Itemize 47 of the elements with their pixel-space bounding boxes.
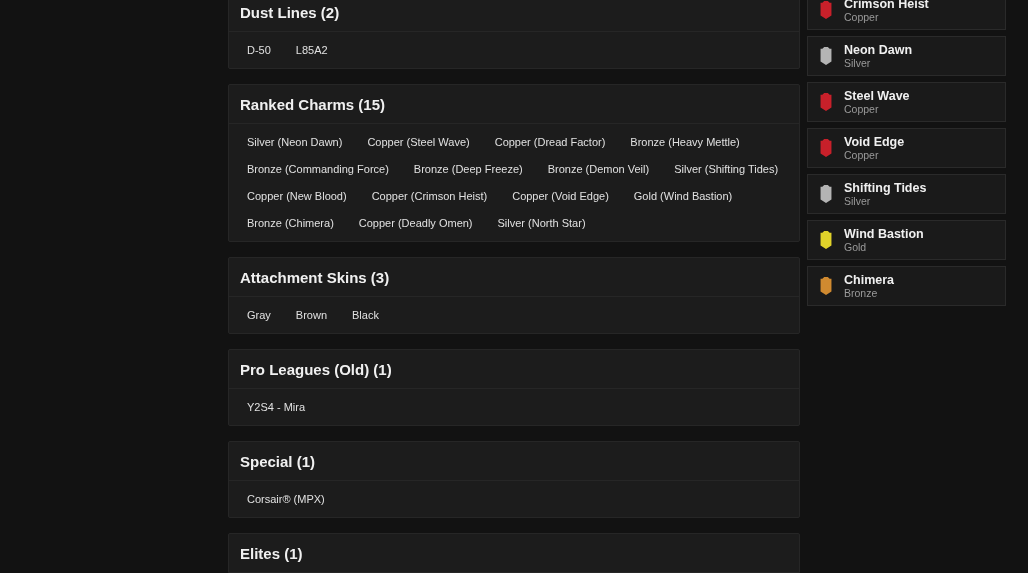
item-chip[interactable]: Silver (Shifting Tides) — [667, 158, 786, 180]
item-chip[interactable]: Copper (Dread Factor) — [487, 131, 613, 153]
section-title: Attachment Skins (3) — [240, 268, 390, 286]
item-chip[interactable]: Bronze (Demon Veil) — [540, 158, 657, 180]
section-title: Ranked Charms (15) — [240, 95, 386, 113]
item-chip[interactable]: Copper (Crimson Heist) — [364, 185, 495, 207]
charm-card[interactable]: Void Edge Copper — [807, 128, 1006, 168]
section-title: Special (1) — [240, 452, 316, 470]
item-chip[interactable]: L85A2 — [288, 39, 335, 61]
item-chip[interactable]: Y2S4 - Mira — [240, 396, 313, 418]
item-chip[interactable]: Gray — [240, 304, 278, 326]
charm-card[interactable]: Chimera Bronze — [807, 266, 1006, 306]
item-chip[interactable]: Copper (Void Edge) — [505, 185, 616, 207]
tier-label: Bronze — [844, 287, 878, 299]
tier-label: Copper — [844, 149, 879, 161]
tier-label: Copper — [844, 11, 879, 23]
tier-label: Silver — [844, 57, 871, 69]
item-chip[interactable]: Copper (Steel Wave) — [360, 131, 477, 153]
item-chip[interactable]: Corsair® (MPX) — [240, 488, 332, 510]
charm-card[interactable]: Shifting Tides Silver — [807, 174, 1006, 214]
item-chip[interactable]: Silver (Neon Dawn) — [240, 131, 350, 153]
item-chip[interactable]: Silver (North Star) — [490, 212, 593, 234]
charm-name: Wind Bastion — [844, 227, 924, 241]
item-chip[interactable]: Bronze (Commanding Force) — [240, 158, 396, 180]
item-chip[interactable]: Brown — [288, 304, 335, 326]
charm-name: Neon Dawn — [844, 43, 913, 57]
charm-name: Chimera — [844, 273, 895, 287]
item-chip[interactable]: Bronze (Deep Freeze) — [406, 158, 530, 180]
charm-card[interactable]: Steel Wave Copper — [807, 82, 1006, 122]
item-chip[interactable]: Bronze (Chimera) — [240, 212, 341, 234]
charm-name: Shifting Tides — [844, 181, 927, 195]
section-title: Dust Lines (2) — [240, 3, 340, 21]
charm-card[interactable]: Wind Bastion Gold — [807, 220, 1006, 260]
item-chip[interactable]: Copper (Deadly Omen) — [351, 212, 480, 234]
charm-name: Steel Wave — [844, 89, 910, 103]
item-chip[interactable]: Gold (Wind Bastion) — [626, 185, 740, 207]
charm-name: Void Edge — [844, 135, 905, 149]
item-chip[interactable]: Bronze (Heavy Mettle) — [623, 131, 747, 153]
item-chip[interactable]: Black — [345, 304, 386, 326]
item-chip[interactable]: Copper (New Blood) — [240, 185, 354, 207]
tier-label: Gold — [844, 241, 867, 253]
item-chip[interactable]: D-50 — [240, 39, 278, 61]
tier-label: Copper — [844, 103, 879, 115]
section-title: Pro Leagues (Old) (1) — [240, 360, 392, 378]
charm-card[interactable]: Neon Dawn Silver — [807, 36, 1006, 76]
section-title: Elites (1) — [240, 544, 303, 562]
tier-label: Silver — [844, 195, 871, 207]
